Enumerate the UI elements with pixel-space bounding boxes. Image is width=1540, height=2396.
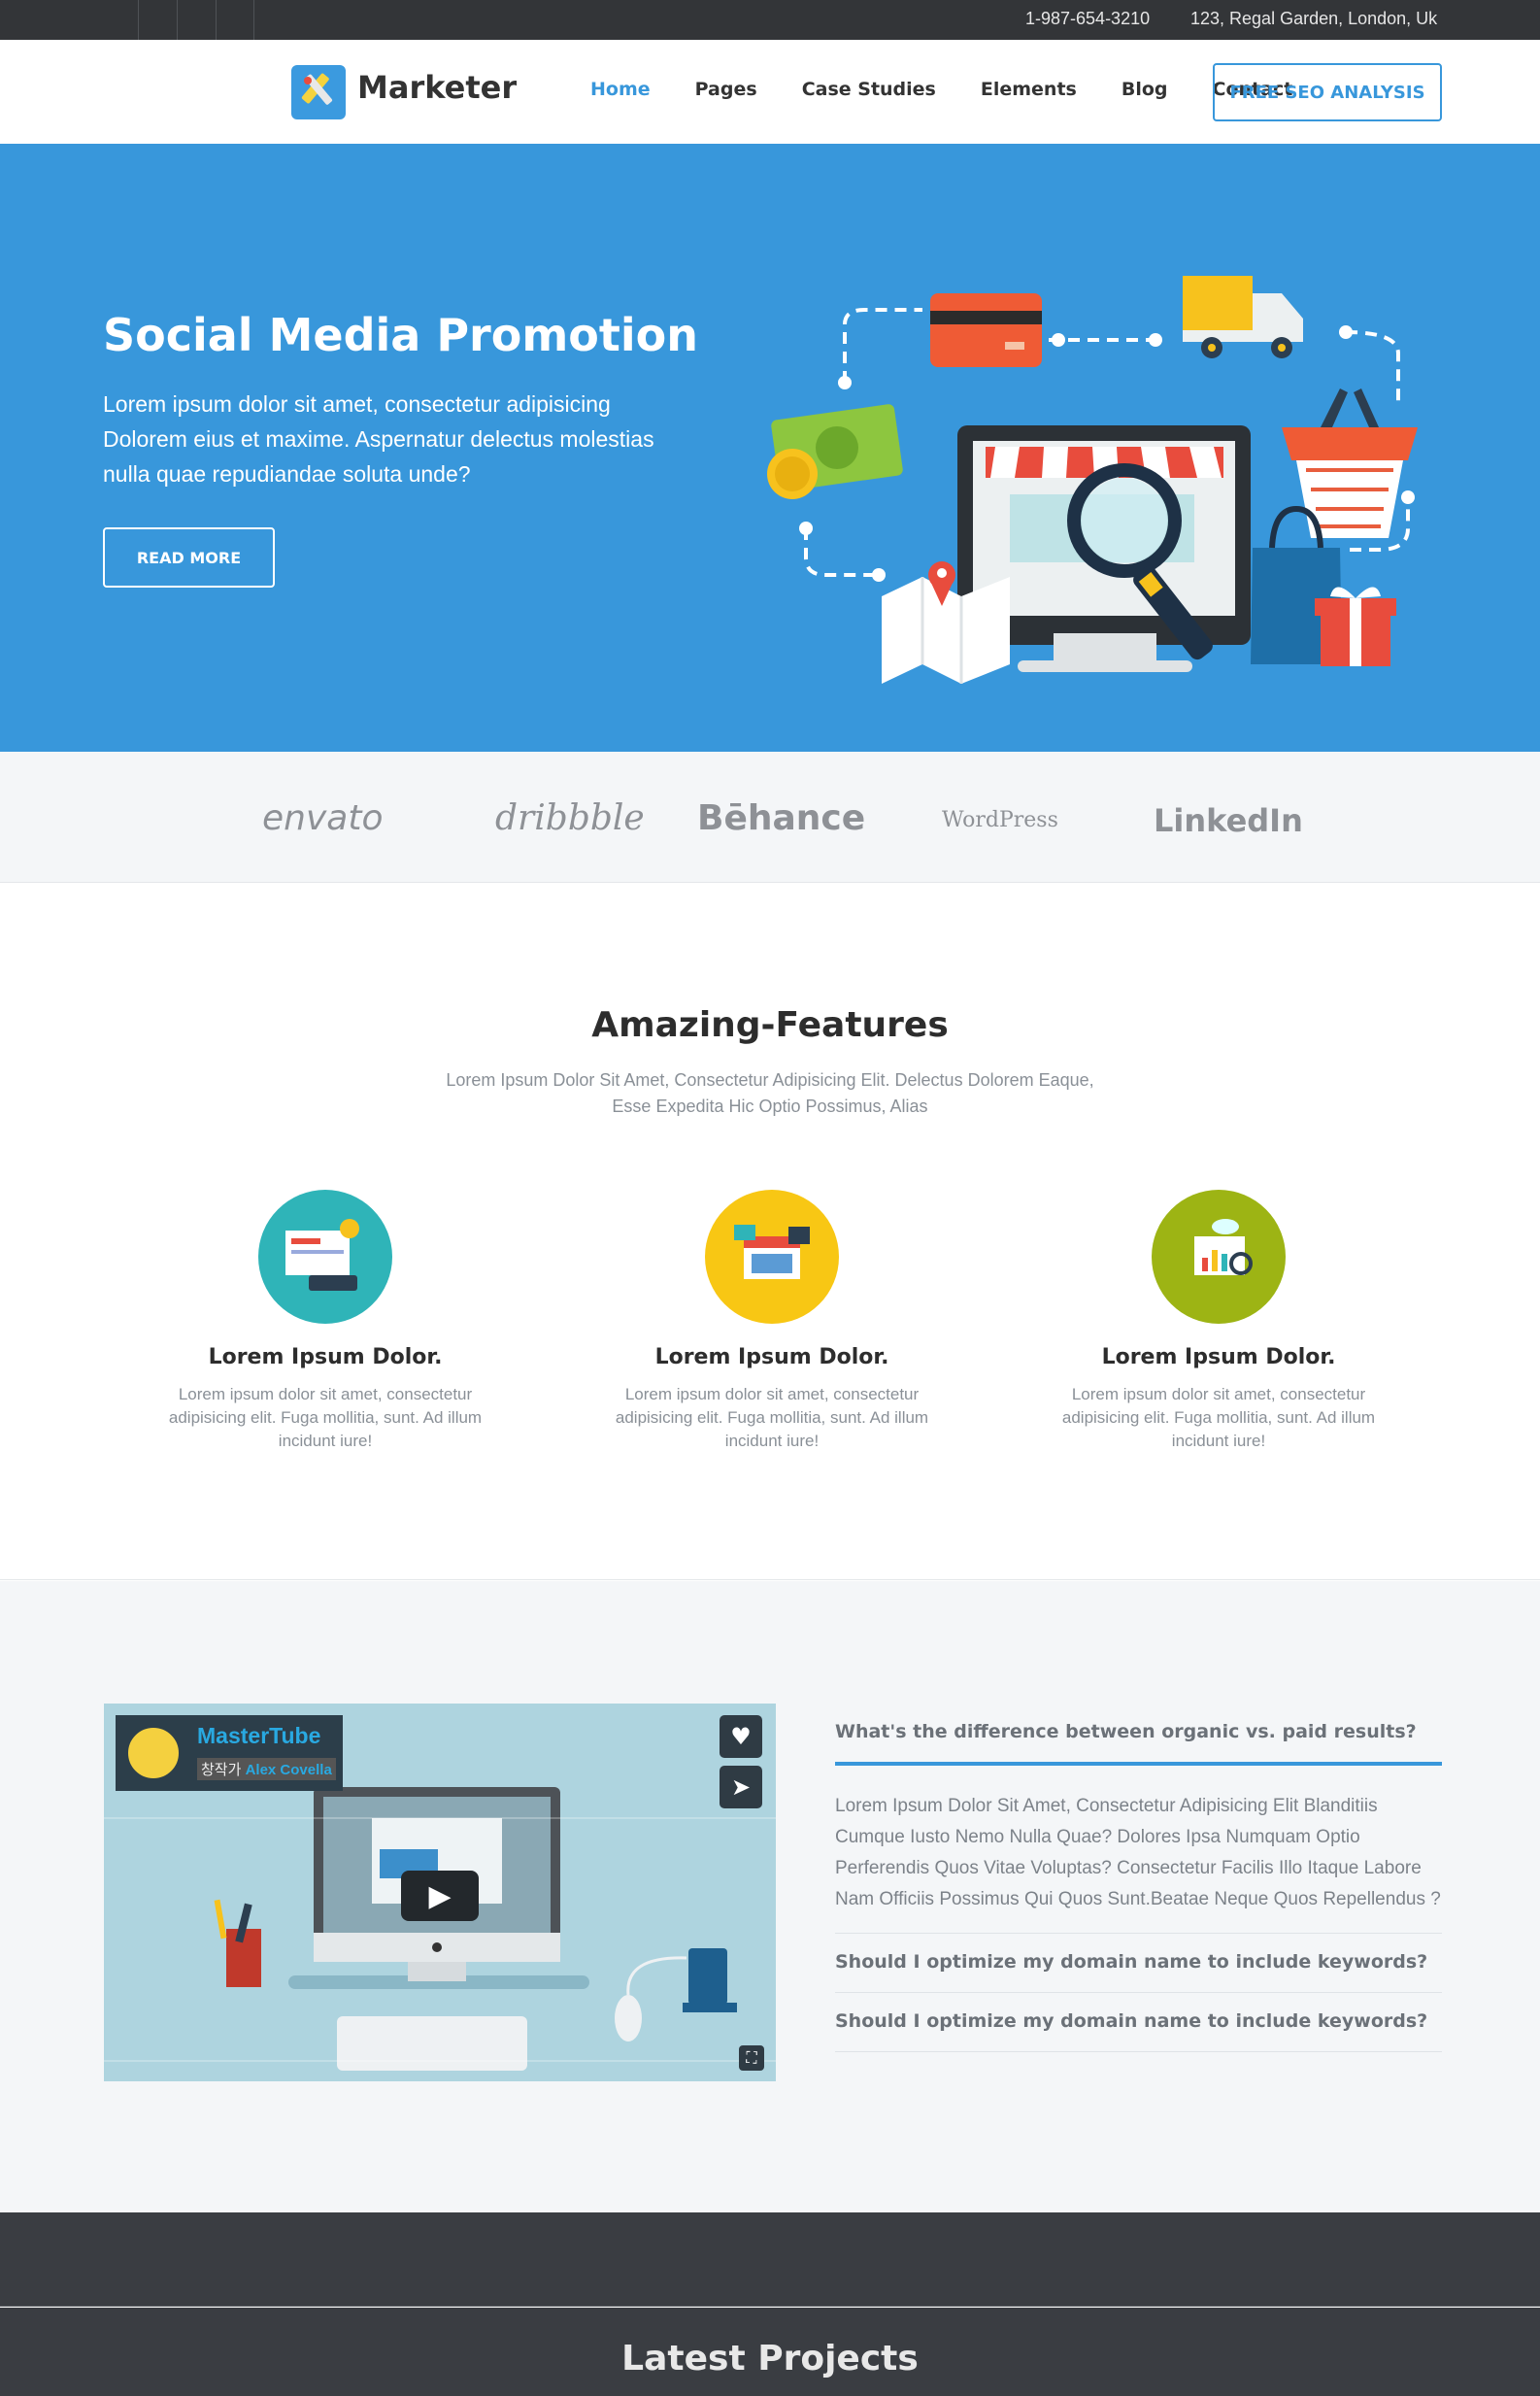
nav-pages[interactable]: Pages [695,79,757,100]
channel-name[interactable]: MasterTube [197,1723,321,1749]
feature-card-3: Lorem Ipsum Dolor. Lorem ipsum dolor sit… [1044,1190,1393,1453]
feature-title-2: Lorem Ipsum Dolor. [654,1345,889,1369]
free-seo-analysis-button[interactable]: FREE SEO ANALYSIS [1213,63,1442,121]
chart-search-icon [1152,1190,1286,1324]
projects-section: Latest Projects [0,2308,1540,2396]
hero-title: Social Media Promotion [103,309,698,361]
dark-band [0,2212,1540,2307]
brand-envato: envato [262,798,384,838]
hero-section: Social Media Promotion Lorem ipsum dolor… [0,144,1540,752]
nav-home[interactable]: Home [590,79,651,100]
faq-question-1[interactable]: What's the difference between organic vs… [835,1704,1442,1766]
social-link-3[interactable] [216,0,254,40]
features-section: Amazing-Features Lorem Ipsum Dolor Sit A… [0,883,1540,1580]
heart-icon[interactable]: ♥ [720,1715,762,1758]
partner-logos: envato dribbble Bēhance WordPress Linked… [0,752,1540,883]
nav-elements[interactable]: Elements [981,79,1077,100]
feature-card-2: Lorem Ipsum Dolor. Lorem ipsum dolor sit… [597,1190,947,1453]
faq-question-3[interactable]: Should I optimize my domain name to incl… [835,1993,1442,2052]
social-link-2[interactable] [177,0,216,40]
features-subtitle: Lorem Ipsum Dolor Sit Amet, Consectetur … [446,1070,1094,1116]
fullscreen-icon[interactable]: ⛶ [739,2045,764,2071]
feature-text-3: Lorem ipsum dolor sit amet, consectetur … [1061,1385,1376,1450]
analytics-icon [258,1190,392,1324]
social-link-1[interactable] [138,0,177,40]
video-author: 창작가 Alex Covella [197,1758,336,1780]
faq-accordion: What's the difference between organic vs… [835,1704,1442,2052]
logo-icon[interactable] [291,65,346,119]
brand-linkedin: LinkedIn [1154,802,1303,839]
brand-wordpress: WordPress [942,808,1058,832]
video-player[interactable]: MasterTube 창작가 Alex Covella ♥ ➤ ▶ ⛶ [104,1704,776,2081]
play-icon[interactable]: ▶ [401,1871,479,1921]
feature-card-1: Lorem Ipsum Dolor. Lorem ipsum dolor sit… [151,1190,500,1453]
channel-header: MasterTube 창작가 Alex Covella [116,1715,343,1791]
ecommerce-illustration [767,276,1418,684]
projects-title: Latest Projects [621,2339,919,2379]
site-header: Marketer Home Pages Case Studies Element… [0,40,1540,144]
social-links [138,0,254,40]
nav-blog[interactable]: Blog [1122,79,1168,100]
shop-icon [705,1190,839,1324]
feature-text-1: Lorem ipsum dolor sit amet, consectetur … [168,1385,483,1450]
logo-text[interactable]: Marketer [357,69,517,106]
hero-text: Lorem ipsum dolor sit amet, consectetur … [103,391,654,487]
top-bar: 1-987-654-3210 123, Regal Garden, London… [0,0,1540,40]
brand-behance: Bēhance [697,798,866,838]
faq-section: MasterTube 창작가 Alex Covella ♥ ➤ ▶ ⛶ What… [0,1581,1540,2212]
phone-number: 1-987-654-3210 [1025,9,1151,28]
share-icon[interactable]: ➤ [720,1766,762,1808]
brand-dribbble: dribbble [495,798,645,838]
nav-case-studies[interactable]: Case Studies [802,79,936,100]
address: 123, Regal Garden, London, Uk [1190,9,1438,28]
faq-question-2[interactable]: Should I optimize my domain name to incl… [835,1934,1442,1993]
feature-text-2: Lorem ipsum dolor sit amet, consectetur … [615,1385,929,1450]
channel-avatar[interactable] [125,1725,182,1781]
feature-title-1: Lorem Ipsum Dolor. [208,1345,443,1369]
read-more-button[interactable]: READ MORE [103,527,275,588]
features-title: Amazing-Features [591,1005,949,1045]
feature-title-3: Lorem Ipsum Dolor. [1101,1345,1336,1369]
faq-answer-1: Lorem Ipsum Dolor Sit Amet, Consectetur … [835,1766,1442,1934]
author-name: Alex Covella [245,1762,332,1778]
author-prefix: 창작가 [201,1762,242,1778]
